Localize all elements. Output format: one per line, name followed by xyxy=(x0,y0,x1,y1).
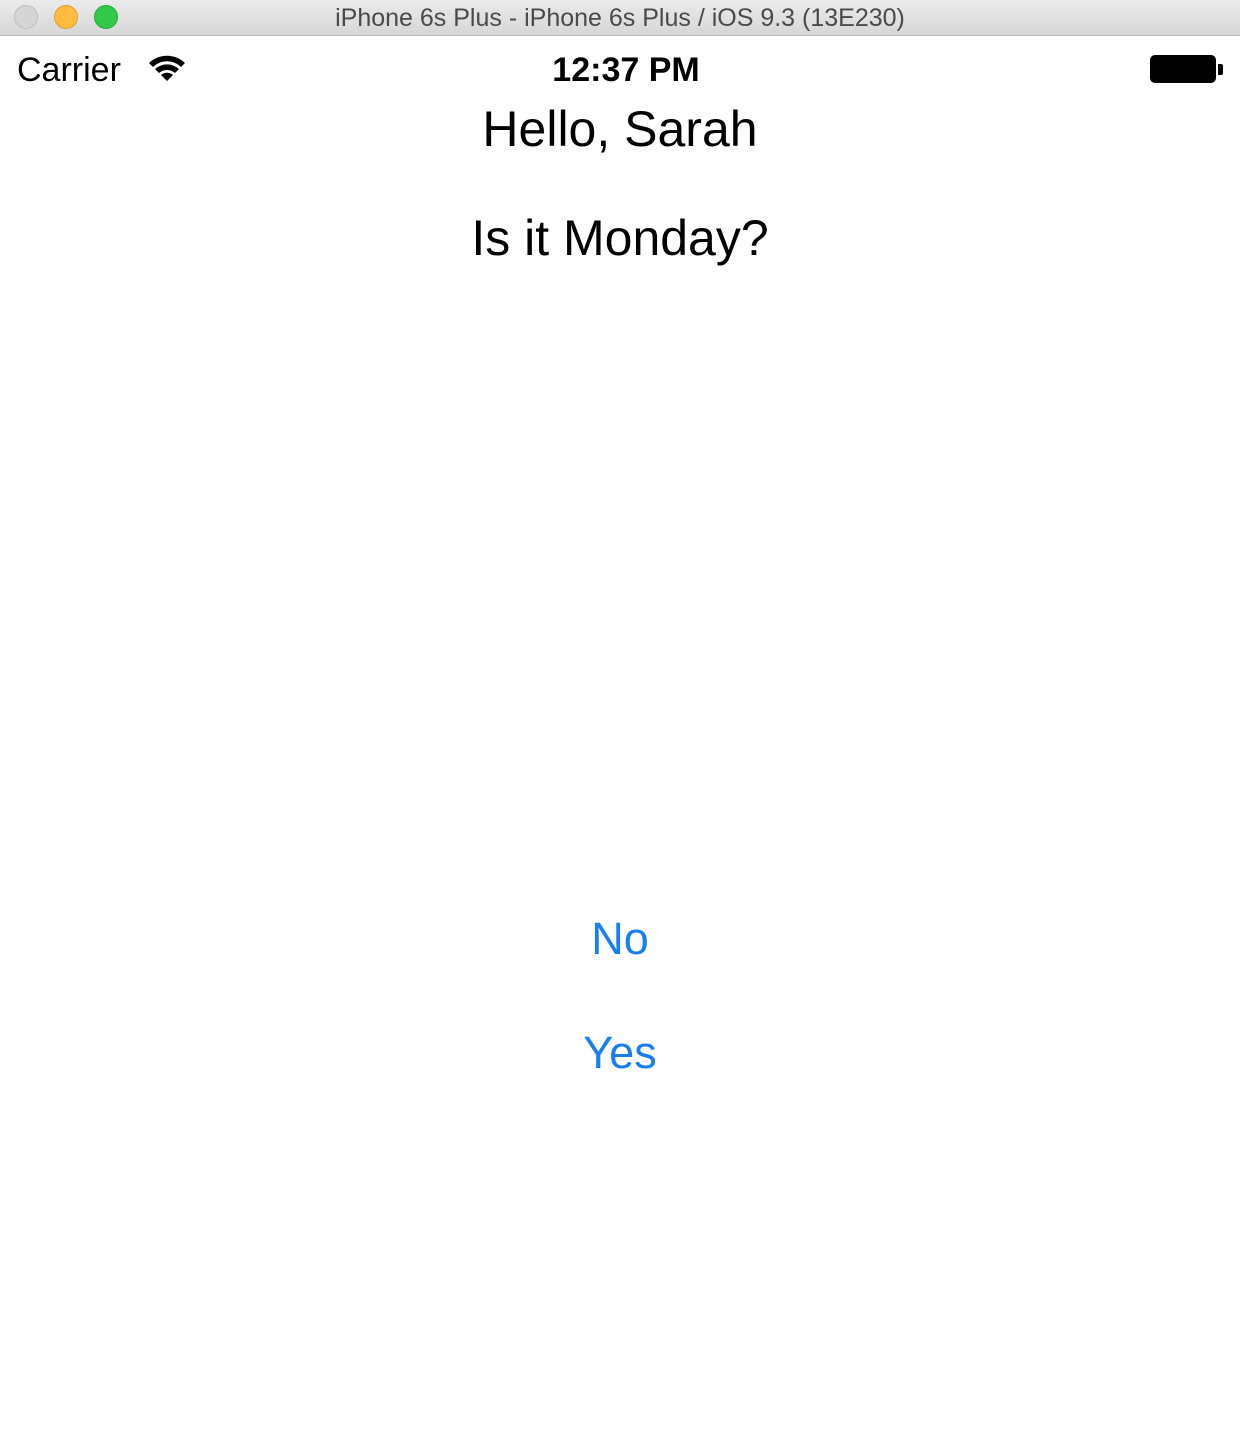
status-time: 12:37 PM xyxy=(552,51,700,89)
no-button[interactable]: No xyxy=(520,904,720,974)
simulator-window: iPhone 6s Plus - iPhone 6s Plus / iOS 9.… xyxy=(0,0,1240,1450)
yes-button[interactable]: Yes xyxy=(520,1018,720,1088)
question-label: Is it Monday? xyxy=(471,210,769,266)
battery-full-icon xyxy=(1150,55,1216,83)
greeting-label: Hello, Sarah xyxy=(482,101,758,157)
battery-tip xyxy=(1218,64,1223,75)
ios-status-bar: Carrier 12:37 PM xyxy=(0,37,1240,99)
window-title: iPhone 6s Plus - iPhone 6s Plus / iOS 9.… xyxy=(335,4,905,32)
window-titlebar[interactable]: iPhone 6s Plus - iPhone 6s Plus / iOS 9.… xyxy=(0,0,1240,36)
